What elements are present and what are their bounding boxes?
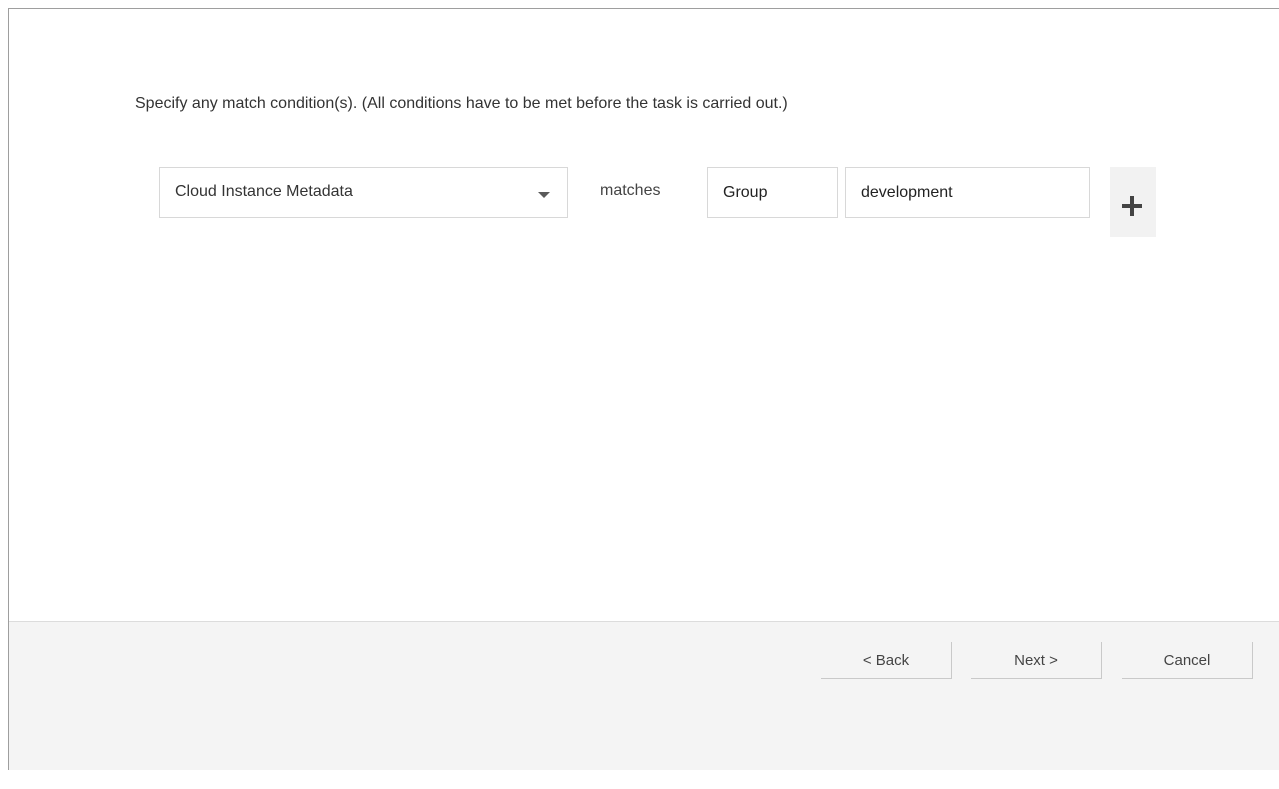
back-button[interactable]: < Back bbox=[821, 642, 952, 679]
chevron-down-icon bbox=[538, 192, 550, 198]
condition-field-dropdown[interactable]: Cloud Instance Metadata bbox=[159, 167, 568, 218]
condition-field-value: Cloud Instance Metadata bbox=[175, 183, 353, 200]
instruction-text: Specify any match condition(s). (All con… bbox=[135, 95, 788, 112]
metadata-value-input[interactable] bbox=[845, 167, 1090, 218]
dialog-footer: < Back Next > Cancel bbox=[9, 621, 1279, 770]
cancel-button[interactable]: Cancel bbox=[1122, 642, 1253, 679]
metadata-key-input[interactable] bbox=[707, 167, 838, 218]
operator-label: matches bbox=[600, 182, 661, 199]
plus-icon bbox=[1122, 196, 1144, 218]
next-button[interactable]: Next > bbox=[971, 642, 1102, 679]
match-condition-dialog: Specify any match condition(s). (All con… bbox=[8, 8, 1279, 770]
add-condition-button[interactable] bbox=[1110, 167, 1156, 237]
